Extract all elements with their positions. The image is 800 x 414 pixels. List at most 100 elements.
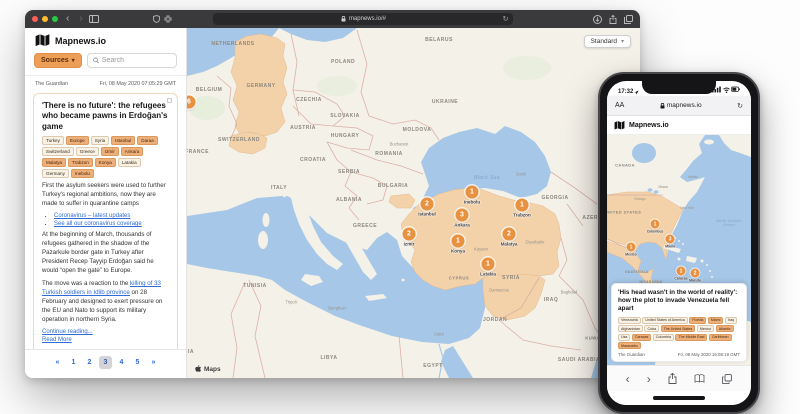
marker-label-latakia: Latakia <box>480 272 496 277</box>
tag-maracaibo[interactable]: Maracaibo <box>618 342 641 349</box>
phone-back-button[interactable]: ‹ <box>626 373 630 385</box>
tag-istanbul[interactable]: Istanbul <box>111 136 135 145</box>
map-marker-izmir[interactable]: 2Izmir <box>403 228 416 241</box>
minimize-window-button[interactable] <box>42 16 48 22</box>
map-area[interactable]: NETHERLANDSBELARUSPOLANDGERMANYBELGIUMCZ… <box>187 28 640 378</box>
tag-inebolu[interactable]: Inebolu <box>71 169 94 178</box>
previous-article-meta: The Guardian Fri, 08 May 2020 07:05:29 G… <box>33 76 178 93</box>
downloads-icon[interactable] <box>593 15 602 24</box>
map-marker-konya[interactable]: 1Konya <box>452 235 465 248</box>
tag-konya[interactable]: Konya <box>95 158 116 167</box>
bullet-link-coronavirus-latest-updates[interactable]: Coronavirus – latest updates <box>54 213 130 219</box>
tag-mexico[interactable]: Mexico <box>697 325 714 332</box>
continue-reading-link[interactable]: Continue reading... <box>42 329 169 335</box>
extensions-icon[interactable] <box>164 15 172 23</box>
read-more-link[interactable]: Read More <box>42 337 169 343</box>
card-corner-icon[interactable] <box>167 98 172 103</box>
phone-tabs-icon[interactable] <box>722 374 732 384</box>
map-marker-istanbul[interactable]: 2Istanbul <box>421 198 434 211</box>
pagination-first[interactable]: « <box>51 356 64 369</box>
pagination-page-4[interactable]: 4 <box>115 356 128 369</box>
chevron-down-icon: ▾ <box>621 38 624 45</box>
tag-malatya[interactable]: Malatya <box>42 158 66 167</box>
phone-home-area <box>607 391 751 405</box>
tag-atlantic[interactable]: Atlantic <box>716 325 734 332</box>
map-marker-caracas[interactable]: 1Caracas <box>677 267 686 276</box>
tag-cuba[interactable]: Cuba <box>644 325 659 332</box>
pagination-page-3[interactable]: 3 <box>99 356 112 369</box>
reload-icon[interactable]: ↻ <box>503 15 509 23</box>
map-style-label: Standard <box>591 38 617 45</box>
pagination-page-2[interactable]: 2 <box>83 356 96 369</box>
privacy-shield-icon[interactable] <box>153 15 160 23</box>
tag-europe[interactable]: Europe <box>66 136 89 145</box>
tag-ankara[interactable]: Ankara <box>121 147 144 156</box>
search-input[interactable] <box>102 57 171 64</box>
tag-izmir[interactable]: Izmir <box>101 147 119 156</box>
bullet-link-see-all-our-coronavirus-coverage[interactable]: See all our coronavirus coverage <box>54 221 142 227</box>
address-bar[interactable]: mapnews.io/# ↻ <box>213 13 513 25</box>
map-style-selector[interactable]: Standard ▾ <box>584 35 631 48</box>
phone-reload-icon[interactable]: ↻ <box>737 102 743 110</box>
phone-share-icon[interactable] <box>668 373 677 384</box>
sidebar: Mapnews.io Sources ▾ The Guardian F <box>25 28 187 378</box>
tabs-icon[interactable] <box>624 15 633 24</box>
tag-turkey[interactable]: Turkey <box>42 136 64 145</box>
map-marker-macuto[interactable]: 2Macuto <box>691 269 700 278</box>
article-card: 'There is no future': the refugees who b… <box>33 93 178 349</box>
tag-daraa[interactable]: Daraa <box>137 136 158 145</box>
sources-button[interactable]: Sources ▾ <box>34 53 82 68</box>
map-marker-miami[interactable]: 3Miami <box>666 235 675 244</box>
tag-usa[interactable]: Usa <box>618 334 630 341</box>
sidebar-toggle-icon[interactable] <box>89 15 99 23</box>
back-button[interactable]: ‹ <box>64 14 71 24</box>
map-marker-columbus[interactable]: 1Columbus <box>651 220 660 229</box>
article-title[interactable]: 'There is no future': the refugees who b… <box>42 101 169 132</box>
tag-trabzon[interactable]: Trabzon <box>68 158 93 167</box>
close-window-button[interactable] <box>32 16 38 22</box>
tag-iraq[interactable]: Iraq <box>725 317 737 324</box>
brand-title: Mapnews.io <box>55 36 106 46</box>
tag-florida[interactable]: Florida <box>689 317 706 324</box>
phone-bookmarks-icon[interactable] <box>694 374 705 383</box>
tag-germany[interactable]: Germany <box>42 169 69 178</box>
map-marker-trabzon[interactable]: 1Trabzon <box>516 199 529 212</box>
tag-venezuela[interactable]: Venezuela <box>618 317 641 324</box>
phone-article-title[interactable]: 'His head wasn't in the world of reality… <box>618 289 740 314</box>
phone-address-bar[interactable]: AA mapnews.io ↻ <box>607 96 751 116</box>
zoom-window-button[interactable] <box>52 16 58 22</box>
tag-the-united-states[interactable]: The United States <box>661 325 696 332</box>
tag-afghanistan[interactable]: Afghanistan <box>618 325 643 332</box>
search-box[interactable] <box>87 53 177 68</box>
phone-notch <box>642 81 716 94</box>
tag-caribbean[interactable]: Caribbean <box>709 334 732 341</box>
tag-colombia[interactable]: Colombia <box>653 334 674 341</box>
reader-mode-button[interactable]: AA <box>615 102 624 109</box>
phone-map[interactable]: CANADAUNITED STATESGUATEMALANICARAGUANor… <box>607 135 751 365</box>
tag-greece[interactable]: Greece <box>76 147 99 156</box>
map-marker-ankara[interactable]: 3Ankara <box>456 209 469 222</box>
share-icon[interactable] <box>609 15 617 24</box>
lock-icon <box>341 16 346 22</box>
map-marker-mexico[interactable]: 1Mexico <box>627 243 636 252</box>
phone-forward-button[interactable]: › <box>647 373 651 385</box>
forward-button[interactable]: › <box>77 14 84 24</box>
pagination-page-1[interactable]: 1 <box>67 356 80 369</box>
tag-the-middle-east[interactable]: The Middle East <box>675 334 707 341</box>
phone-address-text: mapnews.io <box>667 102 702 109</box>
source-name: The Guardian <box>618 352 645 357</box>
pagination-last[interactable]: » <box>147 356 160 369</box>
tag-caracas[interactable]: Caracas <box>632 334 651 341</box>
pagination-page-5[interactable]: 5 <box>131 356 144 369</box>
tag-switzerland[interactable]: Switzerland <box>42 147 74 156</box>
home-indicator[interactable] <box>653 396 705 400</box>
map-marker-inebolu[interactable]: 1Inebolu <box>466 186 479 199</box>
hudson-bay <box>632 143 656 163</box>
tag-latakia[interactable]: Latakia <box>118 158 141 167</box>
map-marker-latakia[interactable]: 1Latakia <box>482 258 495 271</box>
marker-label-mexico: Mexico <box>625 253 637 257</box>
tag-miami[interactable]: Miami <box>708 317 724 324</box>
map-marker-malatya[interactable]: 2Malatya <box>503 228 516 241</box>
tag-united-states-of-america[interactable]: United States of America <box>642 317 688 324</box>
tag-syria[interactable]: Syria <box>91 136 109 145</box>
